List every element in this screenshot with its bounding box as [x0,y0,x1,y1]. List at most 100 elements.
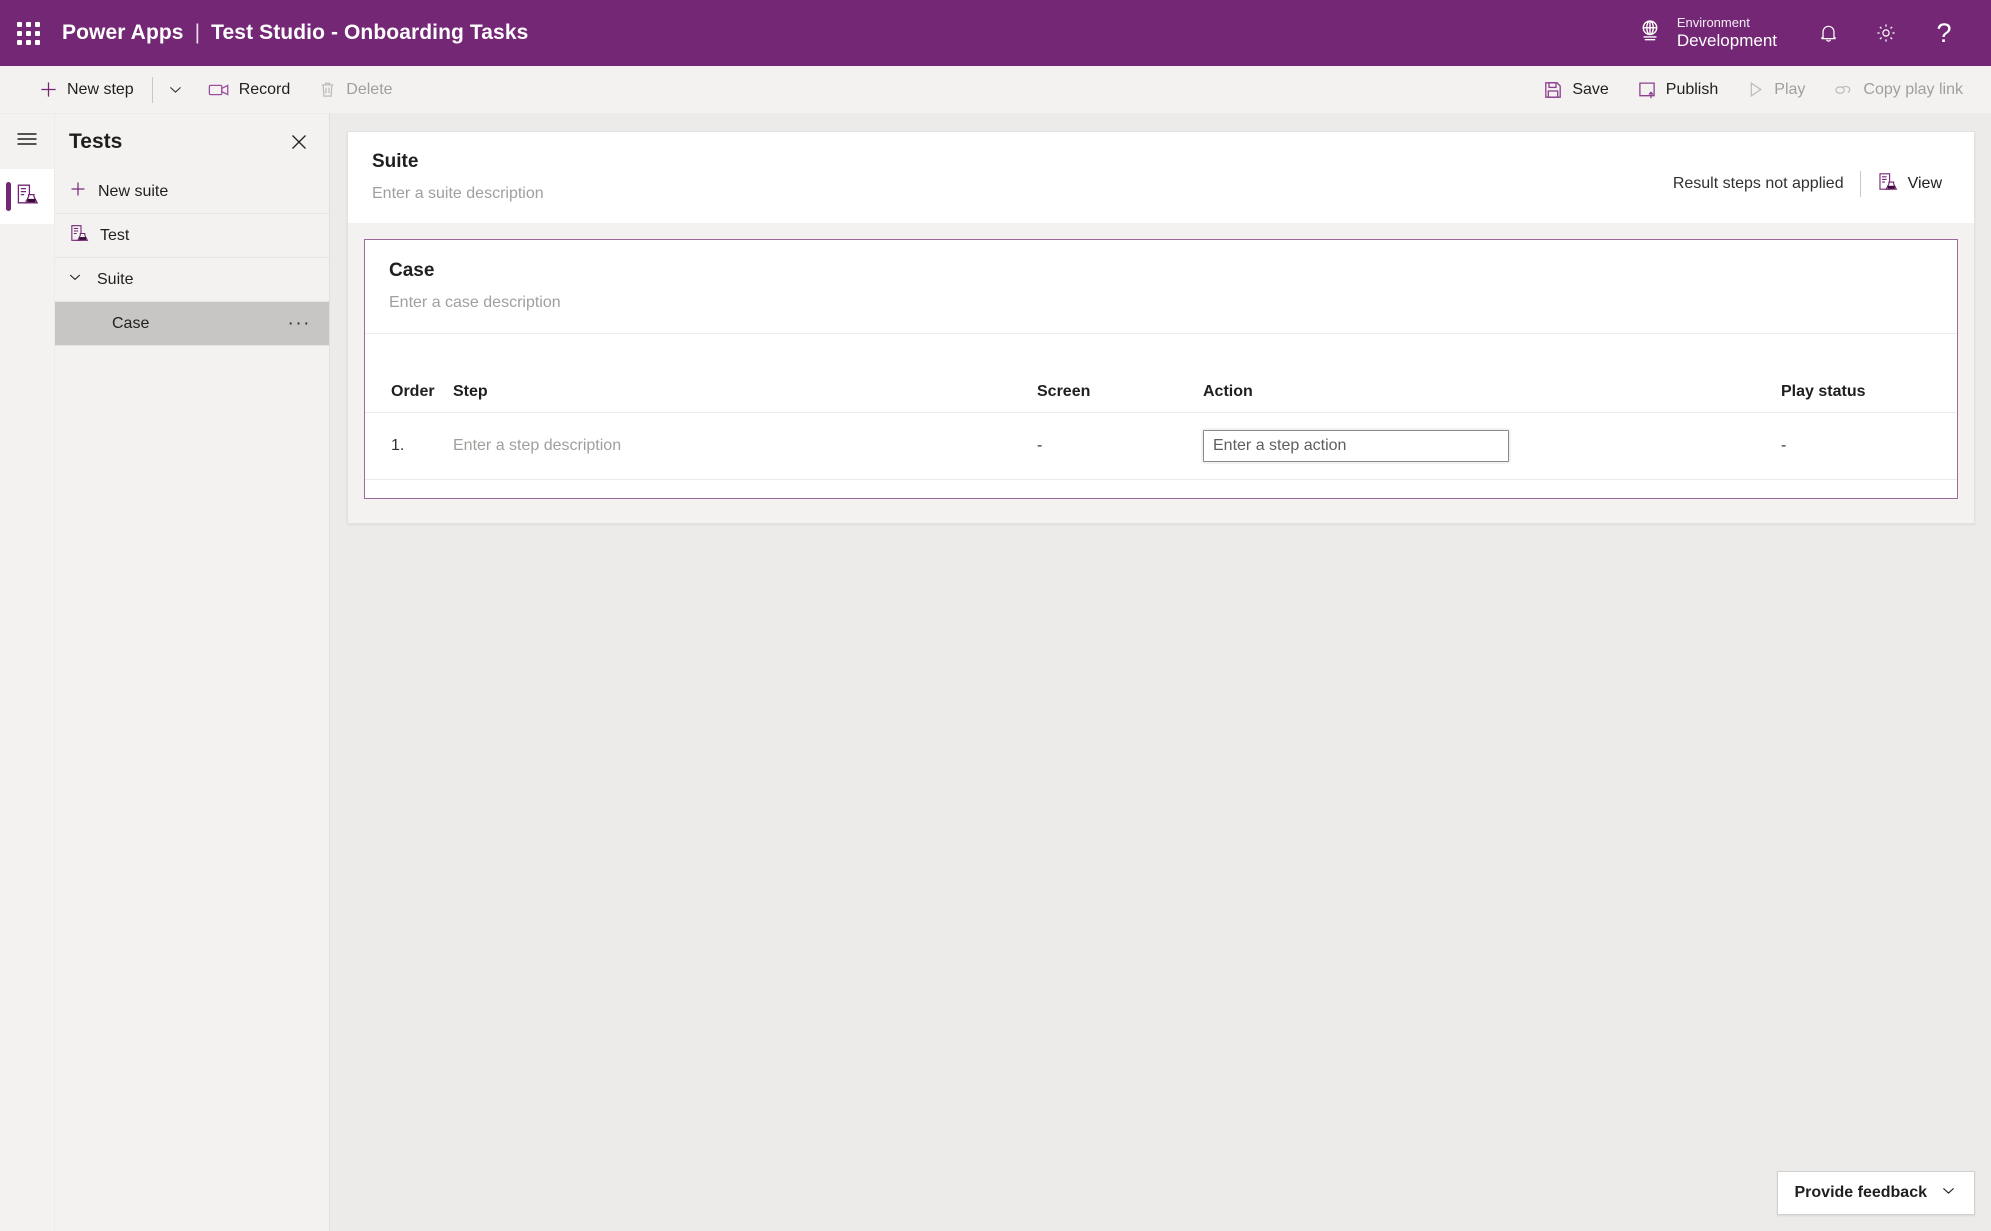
case-header: Case Enter a case description [365,240,1957,334]
table-row: 1. Enter a step description - - [365,412,1957,480]
delete-button[interactable]: Delete [305,71,405,109]
publish-label: Publish [1665,80,1719,98]
page-title: Test Studio - Onboarding Tasks [211,21,529,44]
provide-feedback-label: Provide feedback [1794,1184,1928,1201]
view-results-button[interactable]: View [1861,165,1952,203]
tests-panel-title: Tests [69,130,123,153]
step-screen-value: - [1037,437,1043,454]
app-body: Tests New suite Test Suite Case ··· Suit… [0,114,1991,1231]
new-suite-label: New suite [98,182,169,200]
notifications-button[interactable] [1799,0,1857,66]
brand-name: Power Apps [62,21,184,44]
play-icon [1746,80,1765,99]
save-button[interactable]: Save [1530,71,1621,109]
app-root: Power Apps | Test Studio - Onboarding Ta… [0,0,1991,1231]
column-header-action: Action [1203,383,1253,400]
sidebar-item-case[interactable]: Case ··· [55,302,329,346]
command-bar: New step Record Delete Save Publish Play… [0,66,1991,114]
sidebar-item-label: Case [112,314,150,332]
help-button[interactable]: ? [1915,0,1973,66]
suite-description-input[interactable]: Enter a suite description [372,185,544,203]
result-status-text: Result steps not applied [1672,175,1844,192]
save-label: Save [1572,80,1609,98]
tests-flask-icon [69,223,89,248]
link-icon [1833,80,1854,99]
waffle-icon [16,21,40,45]
suite-body: Case Enter a case description Order Step… [348,223,1974,523]
step-action-input[interactable] [1201,428,1511,464]
app-launcher-button[interactable] [0,0,56,66]
steps-table-header-row: Order Step Screen Action Play status [365,372,1957,412]
plus-icon [39,80,58,99]
hamburger-icon [16,131,38,152]
case-card: Case Enter a case description Order Step… [364,239,1958,499]
bell-icon [1817,22,1840,45]
settings-button[interactable] [1857,0,1915,66]
plus-icon [69,180,87,203]
environment-globe-icon [1637,18,1663,49]
tests-panel: Tests New suite Test Suite Case ··· [55,114,330,1231]
step-action-cell [1201,428,1781,464]
tests-panel-header: Tests [55,114,329,170]
new-step-dropdown-button[interactable] [158,71,193,109]
chevron-down-icon [1940,1182,1957,1204]
suite-card: Suite Enter a suite description Result s… [347,131,1975,524]
chevron-down-icon [167,81,184,98]
step-play-status-value: - [1781,437,1787,454]
view-label: View [1907,175,1942,192]
column-header-step: Step [453,383,488,400]
close-icon[interactable] [283,126,315,158]
top-bar-right-group: Environment Development ? [1615,0,1991,66]
sidebar-item-test[interactable]: Test [55,214,329,258]
rail-hamburger-button[interactable] [0,114,54,169]
tests-flask-icon [1877,171,1898,197]
delete-label: Delete [346,80,393,98]
copy-play-link-button[interactable]: Copy play link [1820,71,1976,109]
play-button[interactable]: Play [1733,71,1818,109]
play-label: Play [1774,80,1806,98]
column-header-play-status: Play status [1781,383,1866,400]
command-bar-right-group: Save Publish Play Copy play link [1529,71,1991,109]
trash-icon [318,80,337,99]
provide-feedback-button[interactable]: Provide feedback [1776,1171,1975,1215]
record-label: Record [238,80,291,98]
new-suite-button[interactable]: New suite [55,170,329,214]
column-header-screen: Screen [1037,383,1091,400]
left-icon-rail [0,114,55,1231]
new-step-label: New step [67,80,134,98]
suite-header: Suite Enter a suite description Result s… [348,132,1974,223]
copy-play-link-label: Copy play link [1863,80,1963,98]
record-button[interactable]: Record [195,71,304,109]
rail-item-tests[interactable] [0,169,54,224]
environment-text: Environment Development [1676,14,1777,50]
brand-separator: | [194,21,201,44]
step-description-input[interactable]: Enter a step description [453,437,1037,455]
save-icon [1543,80,1563,100]
case-overflow-menu-icon[interactable]: ··· [284,314,315,333]
chevron-down-icon[interactable] [67,269,83,290]
video-camera-icon [208,81,230,99]
step-order: 1. [391,437,405,454]
command-divider [151,76,153,103]
case-name[interactable]: Case [389,260,1933,282]
publish-button[interactable]: Publish [1624,71,1731,109]
environment-value: Development [1676,30,1777,50]
steps-table: Order Step Screen Action Play status 1. … [365,334,1957,498]
brand-title: Power Apps | Test Studio - Onboarding Ta… [62,21,528,45]
suite-header-right: Result steps not applied View [1673,151,1952,203]
tests-flask-icon [15,182,39,211]
question-mark-icon: ? [1936,17,1952,48]
sidebar-item-suite[interactable]: Suite [55,258,329,302]
suite-header-left: Suite Enter a suite description [372,151,544,203]
gear-icon [1874,21,1898,45]
new-step-button[interactable]: New step [26,71,147,109]
column-header-order: Order [391,383,435,400]
environment-label: Environment [1676,14,1750,30]
publish-icon [1637,80,1657,100]
sidebar-item-label: Test [100,226,130,244]
case-description-input[interactable]: Enter a case description [389,294,1933,312]
suite-name[interactable]: Suite [372,151,544,173]
top-app-bar: Power Apps | Test Studio - Onboarding Ta… [0,0,1991,66]
environment-picker[interactable]: Environment Development [1615,0,1799,66]
main-canvas: Suite Enter a suite description Result s… [330,114,1991,1231]
